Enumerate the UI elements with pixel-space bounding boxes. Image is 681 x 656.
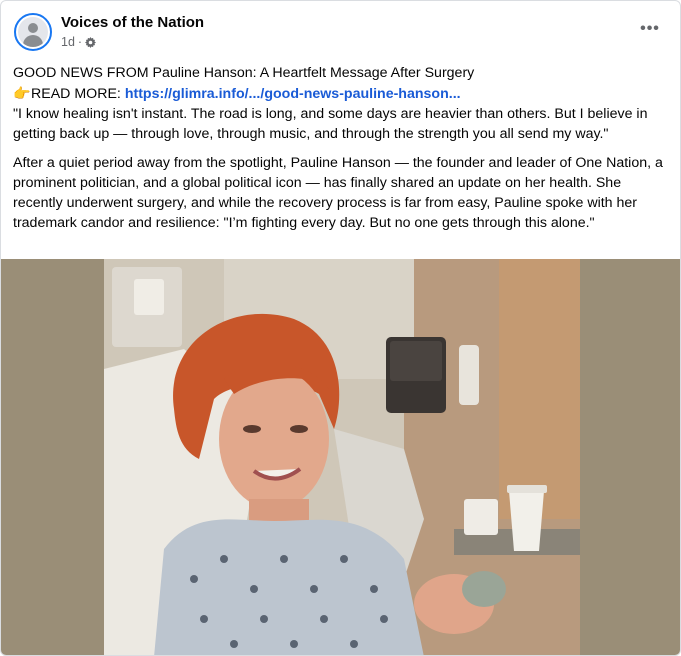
more-dots-icon: •••: [640, 20, 660, 37]
more-options-button[interactable]: •••: [638, 19, 662, 39]
page-avatar[interactable]: [14, 13, 52, 51]
pointing-hand-icon: 👉: [13, 85, 31, 101]
post-body: After a quiet period away from the spotl…: [13, 155, 663, 231]
article-link[interactable]: https://glimra.info/.../good-news-paulin…: [125, 86, 461, 102]
post-time[interactable]: 1d: [61, 35, 75, 49]
read-more-label: READ MORE:: [31, 86, 125, 102]
post-meta: 1d ·: [61, 35, 97, 49]
default-profile-icon: [18, 17, 48, 47]
post-message: GOOD NEWS FROM Pauline Hanson: A Heartfe…: [13, 63, 673, 233]
post-photo[interactable]: [104, 259, 580, 655]
post-headline: GOOD NEWS FROM Pauline Hanson: A Heartfe…: [13, 65, 475, 81]
post-card: Voices of the Nation 1d · ••• GOOD NEWS …: [0, 0, 681, 656]
gear-icon[interactable]: [85, 36, 97, 48]
page-name[interactable]: Voices of the Nation: [61, 14, 204, 31]
post-header: Voices of the Nation 1d · •••: [13, 13, 668, 53]
hospital-photo-illustration: [104, 259, 580, 655]
post-quote: "I know healing isn't instant. The road …: [13, 106, 648, 142]
read-more-line: 👉READ MORE: https://glimra.info/.../good…: [13, 83, 673, 104]
meta-separator: ·: [77, 35, 83, 49]
post-image-container[interactable]: [1, 259, 680, 655]
